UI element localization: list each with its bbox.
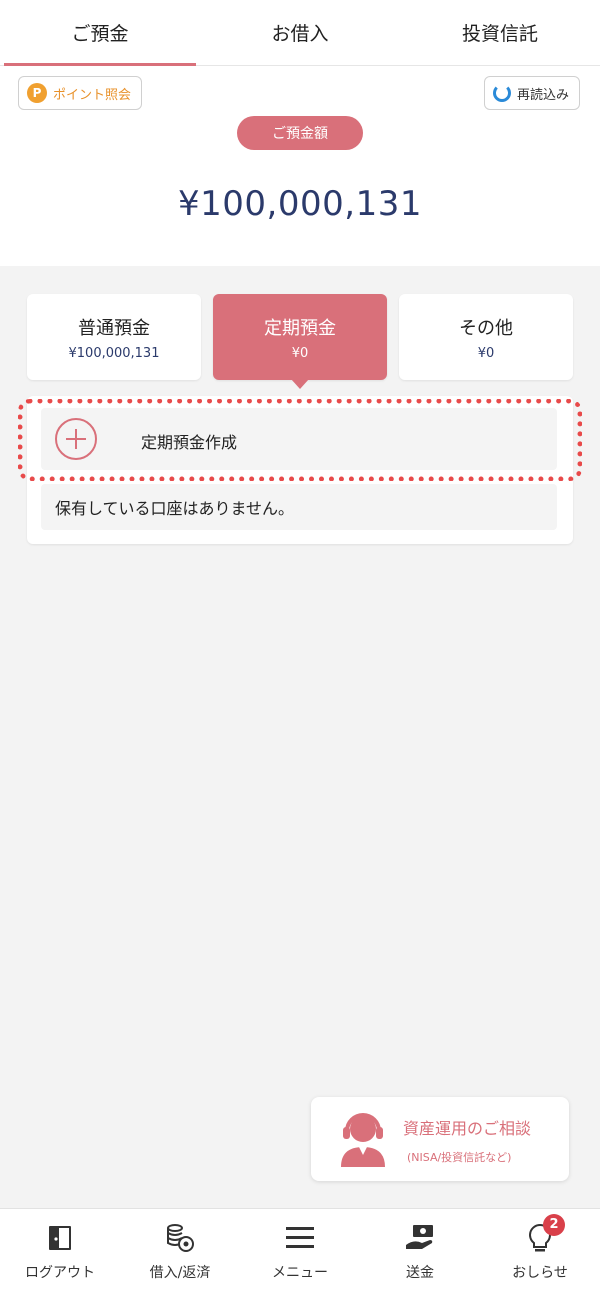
account-tab-time-deposit[interactable]: 定期預金 ¥0 <box>213 294 387 389</box>
balance-badge: ご預金額 <box>237 116 363 150</box>
nav-transfer[interactable]: 送金 <box>360 1209 480 1294</box>
reload-icon <box>492 84 511 102</box>
account-tab-name: 普通預金 <box>78 317 150 339</box>
balance-summary: P ポイント照会 再読込み ご預金額 ¥100,000,131 <box>0 66 600 266</box>
asset-consultation-button[interactable]: 資産運用のご相談 (NISA/投資信託など) <box>311 1097 569 1181</box>
empty-accounts-message: 保有している口座はありません。 <box>41 484 557 530</box>
nav-label: 送金 <box>406 1264 434 1281</box>
consultation-title: 資産運用のご相談 <box>403 1119 532 1138</box>
point-coin-icon: P <box>27 83 47 103</box>
nav-label: ログアウト <box>25 1264 95 1281</box>
nav-label: 借入/返済 <box>149 1264 211 1281</box>
account-tab-value: ¥100,000,131 <box>68 345 160 361</box>
plus-circle-icon <box>55 418 97 460</box>
account-tab-name: 定期預金 <box>264 317 336 339</box>
bottom-navigation: ログアウト 借入/返済 メニュー 送金 2 おしらせ <box>0 1208 600 1294</box>
bulb-icon: 2 <box>523 1213 565 1254</box>
logout-icon <box>43 1222 77 1254</box>
point-inquiry-label: ポイント照会 <box>53 87 132 103</box>
nav-notifications[interactable]: 2 おしらせ <box>480 1209 600 1294</box>
nav-loan-repayment[interactable]: 借入/返済 <box>120 1209 240 1294</box>
total-deposit-amount: ¥100,000,131 <box>178 184 422 224</box>
notification-count-badge: 2 <box>543 1213 565 1236</box>
consultation-subtitle: (NISA/投資信託など) <box>407 1151 512 1164</box>
tab-loans[interactable]: お借入 <box>200 0 400 65</box>
point-inquiry-button[interactable]: P ポイント照会 <box>18 76 143 110</box>
transfer-icon <box>403 1222 437 1254</box>
create-time-deposit-label: 定期預金作成 <box>141 433 238 452</box>
create-time-deposit-button[interactable]: 定期預金作成 <box>41 408 557 470</box>
top-tab-bar: ご預金 お借入 投資信託 <box>0 0 600 66</box>
nav-menu[interactable]: メニュー <box>240 1209 360 1294</box>
nav-label: おしらせ <box>512 1264 568 1281</box>
reload-button[interactable]: 再読込み <box>483 76 580 110</box>
account-tab-value: ¥0 <box>477 345 495 361</box>
account-tab-other[interactable]: その他 ¥0 <box>399 294 573 380</box>
account-type-tabs: 普通預金 ¥100,000,131 定期預金 ¥0 その他 ¥0 <box>27 294 573 389</box>
nav-logout[interactable]: ログアウト <box>0 1209 120 1294</box>
account-tab-name: その他 <box>459 317 513 339</box>
menu-icon <box>283 1222 317 1254</box>
tab-deposits[interactable]: ご預金 <box>0 0 200 66</box>
tab-investment-trusts[interactable]: 投資信託 <box>400 0 600 65</box>
operator-headset-icon <box>341 1113 385 1167</box>
account-tab-value: ¥0 <box>291 345 309 361</box>
coins-icon <box>163 1222 197 1254</box>
reload-label: 再読込み <box>516 87 569 103</box>
account-tab-ordinary[interactable]: 普通預金 ¥100,000,131 <box>27 294 201 380</box>
nav-label: メニュー <box>272 1264 328 1281</box>
time-deposit-list: 定期預金作成 保有している口座はありません。 <box>27 396 573 544</box>
